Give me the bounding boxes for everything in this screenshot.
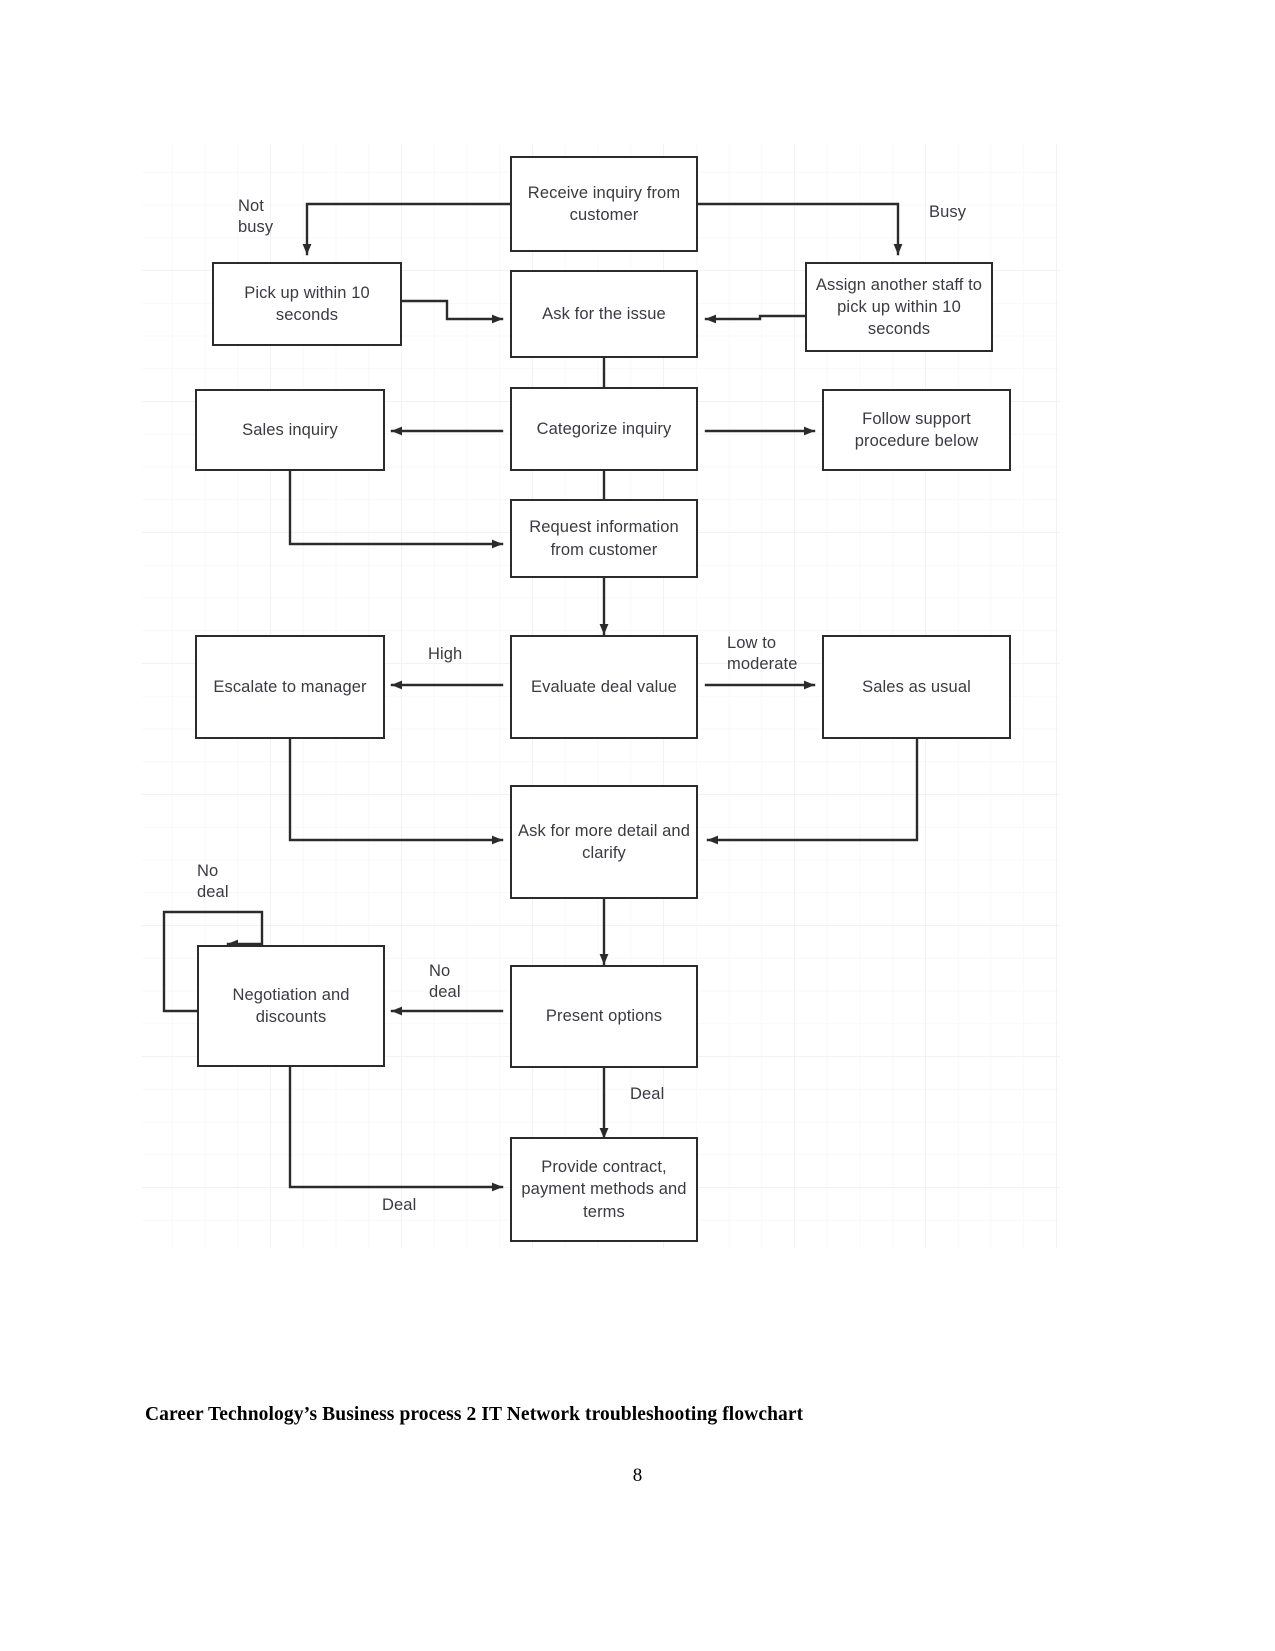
node-ask-for-the-issue[interactable]: Ask for the issue xyxy=(510,270,698,358)
edge-label-no-deal: No deal xyxy=(429,962,461,1002)
node-evaluate-deal-value[interactable]: Evaluate deal value xyxy=(510,635,698,739)
edge-label-deal-horizontal: Deal xyxy=(382,1196,417,1214)
edge-label-no-deal-loop: No deal xyxy=(197,862,229,902)
node-label: Ask for the issue xyxy=(542,304,666,323)
node-provide-contract[interactable]: Provide contract, payment methods and te… xyxy=(510,1137,698,1242)
edge-pickup-to-askissue xyxy=(400,299,504,324)
node-assign-another-staff[interactable]: Assign another staff to pick up within 1… xyxy=(805,262,993,352)
edge-salesinquiry-to-requestinfo xyxy=(288,469,504,549)
node-sales-inquiry[interactable]: Sales inquiry xyxy=(195,389,385,471)
node-label: Evaluate deal value xyxy=(531,677,677,696)
node-receive-inquiry[interactable]: Receive inquiry from customer xyxy=(510,156,698,252)
edge-receive-to-assign xyxy=(696,202,903,256)
edge-escalate-to-askdetail xyxy=(288,737,504,845)
edge-assign-to-askissue xyxy=(704,314,807,324)
edge-label-high: High xyxy=(428,645,463,663)
page-number: 8 xyxy=(632,1465,643,1486)
node-present-options[interactable]: Present options xyxy=(510,965,698,1068)
node-sales-as-usual[interactable]: Sales as usual xyxy=(822,635,1011,739)
edge-label-deal-vertical: Deal xyxy=(630,1085,665,1103)
edge-receive-to-pickup xyxy=(302,202,512,256)
node-request-information[interactable]: Request information from customer xyxy=(510,499,698,578)
node-label: Provide contract, payment methods and te… xyxy=(521,1158,687,1221)
node-label: Ask for more detail and clarify xyxy=(518,821,690,862)
node-label: Assign another staff to pick up within 1… xyxy=(815,275,983,339)
edge-label-low-to-moderate: Low to moderate xyxy=(727,634,798,674)
node-label: Negotiation and discounts xyxy=(232,985,350,1026)
node-label: Categorize inquiry xyxy=(536,419,672,438)
node-pick-up-within-10-seconds[interactable]: Pick up within 10 seconds xyxy=(212,262,402,346)
edge-label-not-busy: Not busy xyxy=(238,197,274,237)
edge-negotiate-to-contract xyxy=(288,1065,504,1192)
edge-salesasusual-to-askdetail xyxy=(706,737,919,845)
node-label: Request information from customer xyxy=(529,518,679,559)
edge-label-busy: Busy xyxy=(929,203,967,221)
node-label: Receive inquiry from customer xyxy=(527,183,681,224)
document-page: Receive inquiry from customer Pick up wi… xyxy=(0,0,1275,1651)
node-categorize-inquiry[interactable]: Categorize inquiry xyxy=(510,387,698,471)
node-negotiation-and-discounts[interactable]: Negotiation and discounts xyxy=(197,945,385,1067)
node-label: Follow support procedure below xyxy=(854,409,979,450)
node-label: Sales as usual xyxy=(862,677,971,696)
node-label: Present options xyxy=(545,1007,663,1026)
node-ask-for-more-detail[interactable]: Ask for more detail and clarify xyxy=(510,785,698,899)
figure-caption: Career Technology’s Business process 2 I… xyxy=(145,1404,804,1425)
node-label: Sales inquiry xyxy=(242,420,338,439)
node-follow-support-procedure[interactable]: Follow support procedure below xyxy=(822,389,1011,471)
node-escalate-to-manager[interactable]: Escalate to manager xyxy=(195,635,385,739)
node-label: Pick up within 10 seconds xyxy=(244,283,370,324)
flowchart-canvas: Receive inquiry from customer Pick up wi… xyxy=(142,144,1060,1248)
node-label: Escalate to manager xyxy=(213,677,367,696)
